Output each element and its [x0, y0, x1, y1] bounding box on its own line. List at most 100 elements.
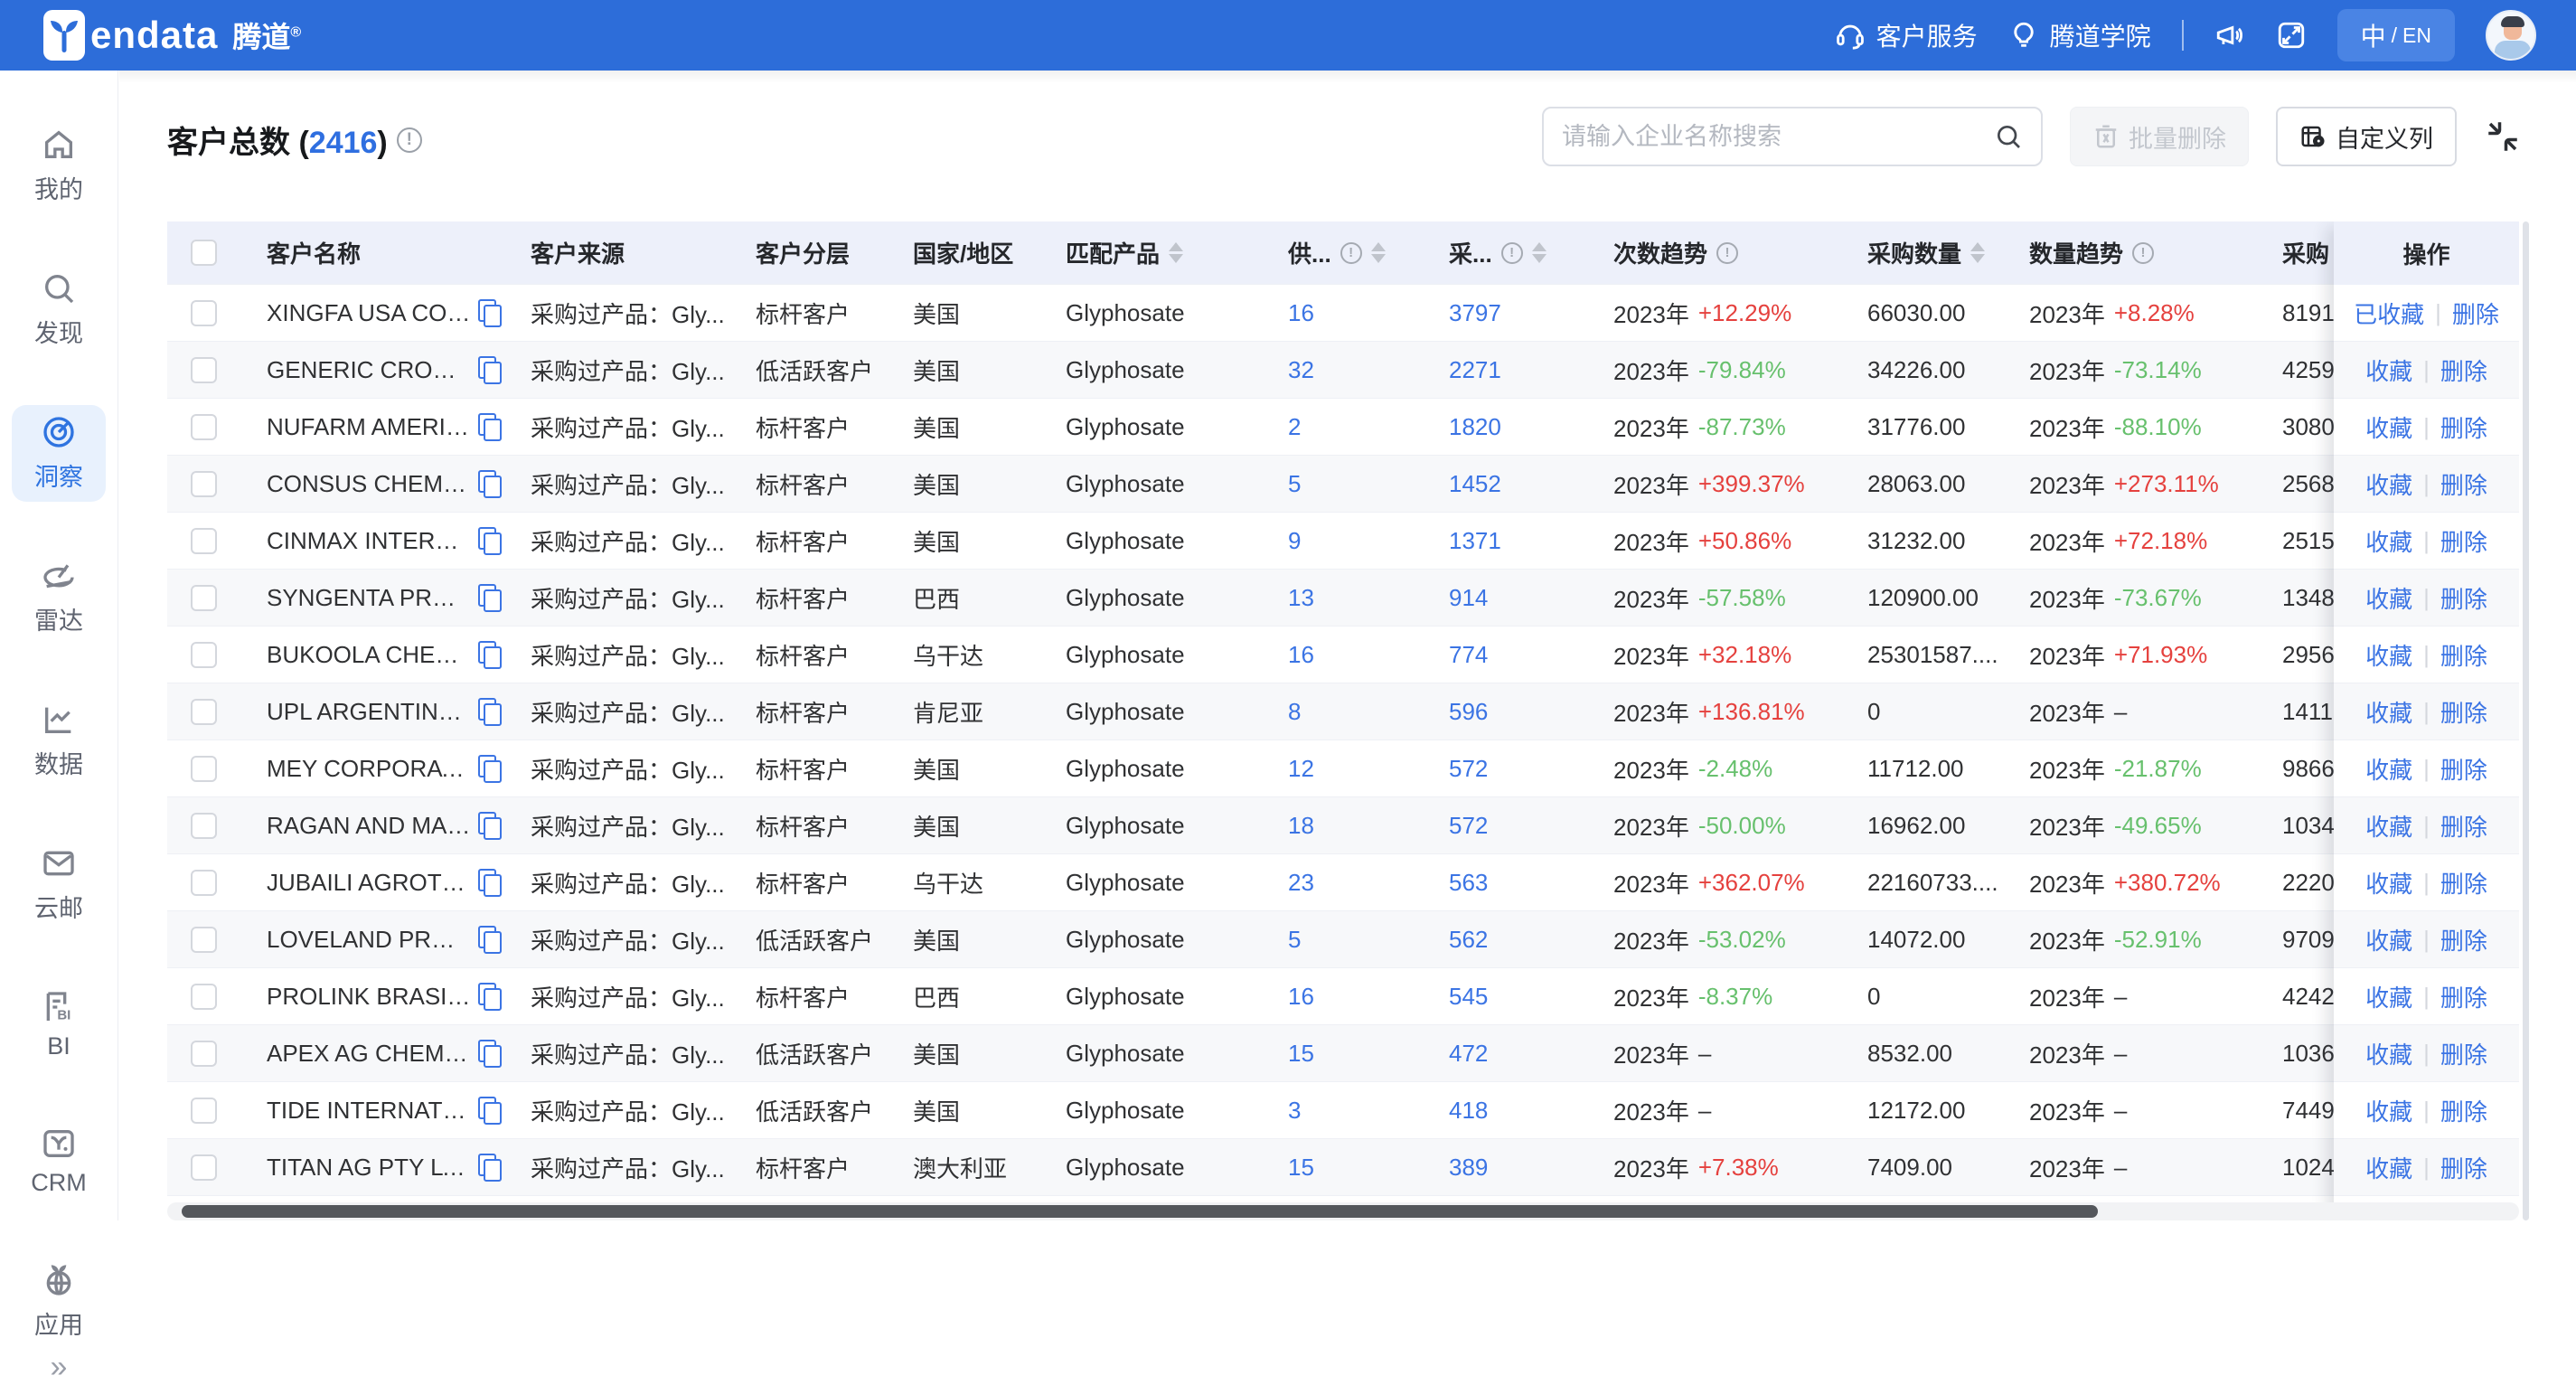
sup-cell[interactable]: 5	[1274, 456, 1434, 513]
title-info-icon[interactable]: !	[397, 127, 422, 153]
search-input[interactable]	[1562, 123, 1994, 151]
customer-name-cell[interactable]: GENERIC CROP SCI	[240, 342, 516, 399]
pur-cell[interactable]: 562	[1434, 911, 1599, 968]
favorite-link[interactable]: 收藏	[2365, 752, 2412, 786]
pur-cell[interactable]: 418	[1434, 1082, 1599, 1139]
column-info-icon[interactable]: !	[1501, 242, 1523, 264]
customize-columns-button[interactable]: 自定义列	[2276, 107, 2457, 166]
favorite-link[interactable]: 收藏	[2365, 581, 2412, 615]
sup-cell[interactable]: 15	[1274, 1139, 1434, 1196]
column-header-pur[interactable]: 采...!	[1434, 221, 1599, 285]
row-checkbox[interactable]	[191, 756, 217, 782]
delete-link[interactable]: 删除	[2440, 410, 2487, 444]
pur-cell[interactable]: 1371	[1434, 513, 1599, 570]
delete-link[interactable]: 删除	[2440, 809, 2487, 843]
row-checkbox[interactable]	[191, 528, 217, 554]
delete-link[interactable]: 删除	[2440, 581, 2487, 615]
select-all-checkbox[interactable]	[191, 240, 217, 266]
vertical-scrollbar-thumb[interactable]	[2523, 221, 2529, 1220]
sup-cell[interactable]: 16	[1274, 968, 1434, 1025]
copy-icon[interactable]	[478, 1040, 502, 1067]
customer-name-cell[interactable]: LOVELAND PRODUC	[240, 911, 516, 968]
favorite-link[interactable]: 收藏	[2365, 695, 2412, 729]
column-info-icon[interactable]: !	[2132, 242, 2154, 264]
sup-cell[interactable]: 12	[1274, 740, 1434, 797]
row-checkbox[interactable]	[191, 414, 217, 440]
customer-name-cell[interactable]: XINGFA USA CORPO	[240, 285, 516, 342]
sidebar-item-cloudmail[interactable]: 云邮	[12, 836, 106, 933]
copy-icon[interactable]	[478, 470, 502, 497]
customer-name-cell[interactable]: UPL ARGENTINA S.	[240, 683, 516, 740]
sup-cell[interactable]: 32	[1274, 342, 1434, 399]
pur-cell[interactable]: 572	[1434, 797, 1599, 854]
column-info-icon[interactable]: !	[1340, 242, 1362, 264]
favorite-link[interactable]: 收藏	[2365, 353, 2412, 387]
favorite-link[interactable]: 收藏	[2365, 866, 2412, 900]
pur-cell[interactable]: 563	[1434, 854, 1599, 911]
delete-link[interactable]: 删除	[2440, 638, 2487, 672]
customer-name-cell[interactable]: CONSUS CHEMICAL	[240, 456, 516, 513]
pur-cell[interactable]: 1452	[1434, 456, 1599, 513]
delete-link[interactable]: 删除	[2440, 1037, 2487, 1070]
sidebar-item-radar[interactable]: 雷达	[12, 549, 106, 645]
customer-name-cell[interactable]: NUFARM AMERICAS,	[240, 399, 516, 456]
copy-icon[interactable]	[478, 413, 502, 440]
customer-name-cell[interactable]: JUBAILI AGROTEC LI	[240, 854, 516, 911]
language-switch[interactable]: 中 / EN	[2337, 9, 2455, 61]
column-header-product[interactable]: 匹配产品	[1051, 221, 1274, 285]
favorite-link[interactable]: 收藏	[2365, 410, 2412, 444]
sup-cell[interactable]: 9	[1274, 513, 1434, 570]
delete-link[interactable]: 删除	[2440, 1094, 2487, 1127]
customer-name-cell[interactable]: CINMAX INTERNATIO	[240, 513, 516, 570]
sort-icon[interactable]	[1169, 242, 1183, 263]
favorite-link[interactable]: 收藏	[2365, 923, 2412, 956]
search-submit-icon[interactable]	[1994, 122, 2023, 151]
copy-icon[interactable]	[478, 698, 502, 725]
delete-link[interactable]: 删除	[2440, 467, 2487, 501]
megaphone-icon[interactable]	[2214, 20, 2245, 51]
delete-link[interactable]: 删除	[2440, 353, 2487, 387]
copy-icon[interactable]	[478, 926, 502, 953]
row-checkbox[interactable]	[191, 927, 217, 953]
pur-cell[interactable]: 472	[1434, 1025, 1599, 1082]
delete-link[interactable]: 删除	[2440, 695, 2487, 729]
row-checkbox[interactable]	[191, 1098, 217, 1124]
favorite-link[interactable]: 收藏	[2365, 980, 2412, 1013]
horizontal-scrollbar[interactable]	[167, 1202, 2519, 1220]
sort-icon[interactable]	[1532, 242, 1547, 263]
favorite-link[interactable]: 收藏	[2365, 1094, 2412, 1127]
sidebar-item-insight[interactable]: 洞察	[12, 405, 106, 502]
copy-icon[interactable]	[478, 356, 502, 383]
row-checkbox[interactable]	[191, 357, 217, 383]
favorite-link[interactable]: 收藏	[2365, 809, 2412, 843]
copy-icon[interactable]	[478, 869, 502, 896]
copy-icon[interactable]	[478, 983, 502, 1010]
delete-link[interactable]: 删除	[2440, 980, 2487, 1013]
customer-name-cell[interactable]: TIDE INTERNATIONA	[240, 1082, 516, 1139]
sidebar-item-data[interactable]: 数据	[12, 692, 106, 789]
horizontal-scrollbar-thumb[interactable]	[182, 1205, 2098, 1218]
fullscreen-icon[interactable]	[2276, 20, 2307, 51]
vertical-scrollbar[interactable]	[2523, 221, 2529, 1220]
customer-name-cell[interactable]: SYNGENTA PROTEC	[240, 570, 516, 627]
sidebar-item-apps[interactable]: 应用	[12, 1253, 106, 1350]
row-checkbox[interactable]	[191, 813, 217, 839]
sup-cell[interactable]: 13	[1274, 570, 1434, 627]
pur-cell[interactable]: 774	[1434, 627, 1599, 683]
favorite-link[interactable]: 收藏	[2365, 524, 2412, 558]
row-checkbox[interactable]	[191, 699, 217, 725]
sup-cell[interactable]: 18	[1274, 797, 1434, 854]
sort-icon[interactable]	[1371, 242, 1386, 263]
row-checkbox[interactable]	[191, 1154, 217, 1181]
pur-cell[interactable]: 572	[1434, 740, 1599, 797]
sidebar-item-crm[interactable]: CRM	[12, 1116, 106, 1206]
copy-icon[interactable]	[478, 641, 502, 668]
customer-name-cell[interactable]: TITAN AG PTY LTD	[240, 1139, 516, 1196]
copy-icon[interactable]	[478, 299, 502, 326]
favorite-link[interactable]: 收藏	[2365, 1037, 2412, 1070]
column-info-icon[interactable]: !	[1716, 242, 1738, 264]
pur-cell[interactable]: 3797	[1434, 285, 1599, 342]
delete-link[interactable]: 删除	[2440, 752, 2487, 786]
row-checkbox[interactable]	[191, 585, 217, 611]
delete-link[interactable]: 删除	[2440, 923, 2487, 956]
